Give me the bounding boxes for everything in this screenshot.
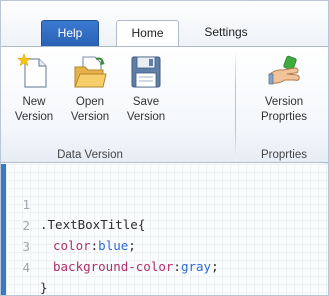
css-value: gray — [180, 259, 212, 274]
open-version-label: Open Version — [70, 96, 110, 123]
new-document-icon — [17, 53, 47, 88]
ribbon: New Version Open Version Save Version Da… — [1, 46, 328, 163]
semicolon: ; — [211, 259, 219, 274]
group-label-proprties: Proprties — [260, 149, 308, 161]
version-properties-button[interactable]: Version Proprties — [254, 53, 314, 125]
close-brace: } — [40, 280, 48, 295]
new-version-button[interactable]: New Version — [7, 53, 61, 125]
save-version-button[interactable]: Save Version — [119, 53, 173, 125]
semicolon: ; — [128, 238, 136, 253]
code-line: 3 background-color:gray; — [6, 217, 218, 274]
css-property: color — [53, 238, 91, 253]
tab-home[interactable]: Home — [116, 20, 179, 47]
css-selector: .TextBoxTitle — [40, 217, 138, 232]
tab-settings[interactable]: Settings — [193, 20, 259, 46]
code-line: 1 .TextBoxTitle{ — [6, 175, 145, 232]
code-line: 4 } — [6, 238, 51, 295]
group-separator — [235, 53, 236, 161]
open-folder-icon — [74, 56, 107, 88]
open-version-button[interactable]: Open Version — [63, 53, 117, 125]
save-version-label: Save Version — [126, 96, 166, 123]
save-floppy-icon — [131, 56, 161, 88]
tab-help[interactable]: Help — [41, 20, 99, 46]
properties-hand-icon — [268, 55, 300, 85]
css-value: blue — [98, 238, 129, 253]
css-property: background-color — [53, 259, 174, 274]
code-text: color:blue; — [53, 236, 136, 256]
version-properties-label: Version Proprties — [260, 96, 308, 123]
colon: : — [173, 259, 181, 274]
group-label-data-version: Data Version — [57, 149, 123, 161]
line-number: 4 — [22, 260, 30, 275]
code-line: 2 color:blue; — [6, 196, 135, 253]
open-brace: { — [137, 217, 146, 232]
css-code-editor[interactable]: 1 .TextBoxTitle{ 2 color:blue; 3 backgro… — [1, 164, 328, 295]
tab-strip: Help Home Settings — [1, 1, 328, 47]
new-version-label: New Version — [14, 96, 54, 123]
code-text: } — [40, 278, 48, 295]
app-window: Help Home Settings New Version Open Vers… — [0, 0, 329, 296]
code-text: .TextBoxTitle{ — [40, 215, 145, 235]
code-text: background-color:gray; — [53, 257, 219, 277]
